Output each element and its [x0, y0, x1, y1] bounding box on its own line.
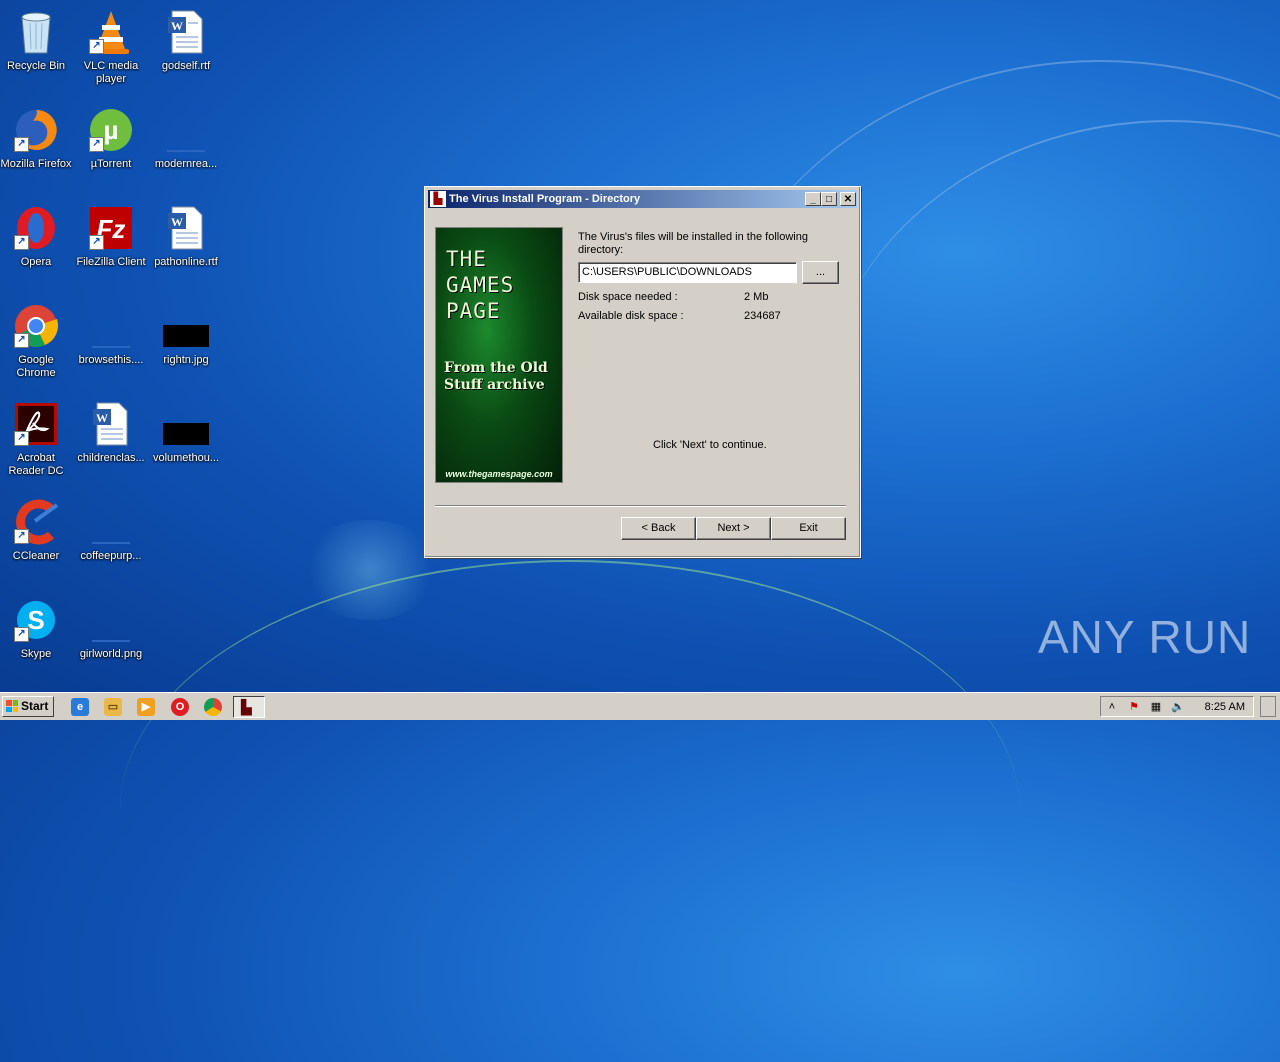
- shortcut-arrow-icon: ↗: [14, 627, 29, 642]
- continue-instruction: Click 'Next' to continue.: [653, 439, 767, 451]
- chrome-taskbar-icon[interactable]: [204, 698, 222, 716]
- installer-app-icon: ▙: [430, 191, 446, 207]
- desktop-icon-recycle-bin[interactable]: Recycle Bin: [0, 2, 74, 94]
- desktop-icon-chrome[interactable]: ↗ Google Chrome: [0, 296, 74, 388]
- image-thumbnail-icon: [162, 400, 210, 448]
- shortcut-arrow-icon: ↗: [14, 137, 29, 152]
- volume-icon[interactable]: 🔈: [1171, 700, 1185, 714]
- word-document-icon: W: [87, 400, 135, 448]
- desktop-icon-opera[interactable]: ↗ Opera: [0, 198, 74, 290]
- shortcut-arrow-icon: ↗: [89, 39, 104, 54]
- desktop-icon-vlc[interactable]: ↗ VLC media player: [73, 2, 149, 94]
- svg-text:W: W: [171, 19, 183, 33]
- svg-text:µ: µ: [104, 115, 119, 145]
- back-button[interactable]: < Back: [621, 517, 696, 540]
- close-button[interactable]: ✕: [840, 192, 856, 206]
- disk-needed-value: 2 Mb: [744, 291, 769, 303]
- firefox-icon: ↗: [12, 106, 60, 154]
- image-thumbnail-icon: [162, 302, 210, 350]
- taskbar: Start e ▭ ▶ O ▙ ˄ ⚑ ▦ 🔈 8:25 AM: [0, 692, 1280, 720]
- banner-logo: THE GAMES PAGE: [446, 247, 515, 323]
- shortcut-arrow-icon: ↗: [89, 137, 104, 152]
- title-bar[interactable]: ▙ The Virus Install Program - Directory …: [428, 190, 857, 208]
- shortcut-arrow-icon: ↗: [14, 333, 29, 348]
- install-directory-intro: The Virus's files will be installed in t…: [578, 231, 808, 256]
- desktop-icon-browsethis[interactable]: browsethis....: [73, 296, 149, 388]
- anyrun-watermark: ANY RUN: [1038, 611, 1252, 663]
- browse-button[interactable]: ...: [802, 261, 839, 284]
- banner-url: www.thegamespage.com: [445, 469, 553, 479]
- installer-banner-image: THE GAMES PAGE From the Old Stuff archiv…: [435, 227, 563, 483]
- opera-taskbar-icon[interactable]: O: [171, 698, 189, 716]
- chrome-icon: ↗: [12, 302, 60, 350]
- action-center-flag-icon[interactable]: ⚑: [1127, 700, 1141, 714]
- show-desktop-button[interactable]: [1260, 696, 1276, 717]
- desktop-icon-utorrent[interactable]: µ ↗ µTorrent: [73, 100, 149, 192]
- word-document-icon: W: [162, 204, 210, 252]
- blank-file-icon: [162, 106, 210, 154]
- start-label: Start: [21, 699, 49, 713]
- svg-text:S: S: [27, 605, 44, 635]
- svg-text:W: W: [96, 411, 108, 425]
- acrobat-icon: ↗: [12, 400, 60, 448]
- install-path-input[interactable]: C:\USERS\PUBLIC\DOWNLOADS: [578, 262, 797, 283]
- shortcut-arrow-icon: ↗: [14, 235, 29, 250]
- dialog-separator: [435, 505, 846, 507]
- windows-logo-icon: [6, 700, 18, 712]
- taskbar-installer-app[interactable]: ▙: [233, 696, 265, 718]
- installer-app-icon: ▙: [241, 699, 252, 715]
- skype-icon: S ↗: [12, 596, 60, 644]
- desktop-icon-modernrea[interactable]: modernrea...: [148, 100, 224, 192]
- desktop-icon-filezilla[interactable]: Fz ↗ FileZilla Client: [73, 198, 149, 290]
- next-button[interactable]: Next >: [696, 517, 771, 540]
- shortcut-arrow-icon: ↗: [89, 235, 104, 250]
- desktop-icon-firefox[interactable]: ↗ Mozilla Firefox: [0, 100, 74, 192]
- banner-tagline: From the Old Stuff archive: [444, 360, 548, 393]
- exit-button[interactable]: Exit: [771, 517, 846, 540]
- disk-needed-label: Disk space needed :: [578, 291, 678, 303]
- desktop-icon-godself[interactable]: W godself.rtf: [148, 2, 224, 94]
- blank-file-icon: [87, 302, 135, 350]
- desktop-icon-ccleaner[interactable]: ↗ CCleaner: [0, 492, 74, 584]
- show-hidden-icons-icon[interactable]: ˄: [1105, 700, 1119, 714]
- blank-file-icon: [87, 498, 135, 546]
- vlc-cone-icon: ↗: [87, 8, 135, 56]
- system-tray: ˄ ⚑ ▦ 🔈 8:25 AM: [1100, 696, 1254, 717]
- desktop-icon-acrobat[interactable]: ↗ Acrobat Reader DC: [0, 394, 74, 486]
- maximize-button[interactable]: □: [821, 192, 837, 206]
- svg-text:W: W: [171, 215, 183, 229]
- utorrent-icon: µ ↗: [87, 106, 135, 154]
- clock[interactable]: 8:25 AM: [1205, 701, 1245, 713]
- start-button[interactable]: Start: [2, 696, 54, 717]
- minimize-button[interactable]: _: [805, 192, 821, 206]
- installer-dialog: ▙ The Virus Install Program - Directory …: [424, 186, 861, 558]
- disk-available-label: Available disk space :: [578, 310, 684, 322]
- shortcut-arrow-icon: ↗: [14, 431, 29, 446]
- filezilla-icon: Fz ↗: [87, 204, 135, 252]
- internet-explorer-icon[interactable]: e: [71, 698, 89, 716]
- ccleaner-icon: ↗: [12, 498, 60, 546]
- word-document-icon: W: [162, 8, 210, 56]
- desktop-icon-coffeepurp[interactable]: coffeepurp...: [73, 492, 149, 584]
- desktop-icon-rightn[interactable]: rightn.jpg: [148, 296, 224, 388]
- opera-icon: ↗: [12, 204, 60, 252]
- media-player-icon[interactable]: ▶: [137, 698, 155, 716]
- network-icon[interactable]: ▦: [1149, 700, 1163, 714]
- shortcut-arrow-icon: ↗: [14, 529, 29, 544]
- blank-file-icon: [87, 596, 135, 644]
- desktop-icon-childrenclas[interactable]: W childrenclas...: [73, 394, 149, 486]
- desktop-icon-pathonline[interactable]: W pathonline.rtf: [148, 198, 224, 290]
- file-explorer-icon[interactable]: ▭: [104, 698, 122, 716]
- recycle-bin-icon: [12, 8, 60, 56]
- desktop-icon-skype[interactable]: S ↗ Skype: [0, 590, 74, 682]
- window-title: The Virus Install Program - Directory: [449, 193, 641, 205]
- desktop-icon-girlworld[interactable]: girlworld.png: [73, 590, 149, 682]
- desktop-icon-volumethou[interactable]: volumethou...: [148, 394, 224, 486]
- disk-available-value: 234687: [744, 310, 781, 322]
